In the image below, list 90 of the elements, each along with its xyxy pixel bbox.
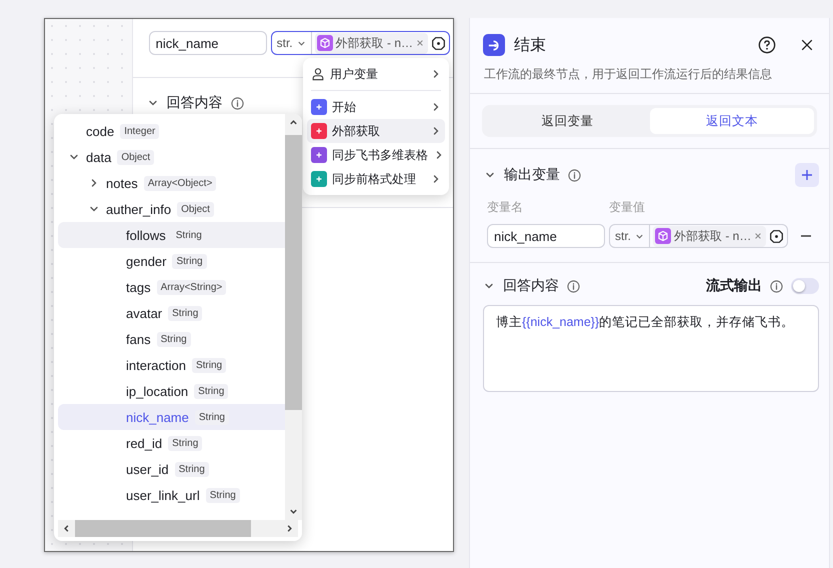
streaming-toggle[interactable] [791,278,819,294]
tree-item[interactable]: user_id String [58,456,285,482]
info-icon [230,96,244,110]
field-name: tags [126,280,151,294]
answer-text-area[interactable]: 博主{{nick_name}}的笔记已全部获取，并存储飞书。 [483,305,819,392]
plus-icon[interactable] [801,169,813,181]
end-node-icon [483,34,505,56]
type-tag: String [156,332,191,346]
type-tag: String [192,358,226,372]
field-name: nick_name [126,410,189,424]
tree-item[interactable]: avatar String [58,300,285,326]
field-name: user_link_url [126,488,200,502]
info-icon [770,280,783,292]
column-label: 变量值 [609,199,645,216]
scrollbar-thumb[interactable] [75,520,251,537]
panel-description: 工作流的最终节点，用于返回工作流运行后的结果信息 [470,56,829,94]
field-name: data [86,150,112,164]
tag-label: 外部获取 - n… [674,228,752,244]
section-title: 回答内容 [166,94,223,112]
menu-item[interactable]: 用户变量 [307,62,445,86]
type-dropdown[interactable]: str. [272,32,312,54]
type-tag: Integer [120,124,160,138]
type-tag: Array<Object> [144,176,216,190]
streaming-label: 流式输出 [706,277,762,295]
field-name: notes [106,176,138,190]
variable-name-field[interactable]: nick_name [487,224,605,248]
panel-title: 结束 [514,36,547,56]
field-name: follows [126,228,166,242]
column-label: 变量名 [487,199,524,216]
tree-item[interactable]: code Integer [58,118,285,144]
info-icon [567,280,580,292]
menu-item[interactable]: 同步前格式处理 [307,167,445,191]
section-title: 输出变量 [504,166,560,184]
field-name: gender [126,254,166,268]
tree-item[interactable]: data Object [58,144,285,170]
type-tag: Object [117,150,154,164]
scroll-down-icon[interactable] [289,507,298,516]
target-icon[interactable] [769,228,784,244]
field-name: interaction [126,358,186,372]
type-tag: Array<String> [156,280,226,294]
scroll-right-icon[interactable] [285,524,294,533]
tree-item[interactable]: fans String [58,326,285,352]
horizontal-scrollbar[interactable] [58,520,298,537]
cube-icon [655,228,672,244]
field-name: fans [126,332,151,346]
type-tag: String [194,384,228,398]
type-tag: String [168,306,202,320]
type-tag: String [174,462,209,476]
add-button[interactable] [795,163,819,187]
section-title: 回答内容 [503,277,559,295]
field-name: code [86,124,114,138]
menu-item[interactable]: 同步飞书多维表格 [307,143,445,167]
answer-text: 博主{{nick_name}}的笔记已全部获取，并存储飞书。 [496,315,794,329]
field-name: ip_location [126,384,188,398]
tree-item[interactable]: notes Array<Object> [58,170,285,196]
tree-item[interactable]: tags Array<String> [58,274,285,300]
tree-item[interactable]: nick_name String [58,404,285,430]
scroll-up-icon[interactable] [289,118,298,127]
field-name: avatar [126,306,162,320]
close-icon[interactable] [799,37,815,53]
type-tag: String [172,254,207,268]
tree-item[interactable]: interaction String [58,352,285,378]
scroll-left-icon[interactable] [62,524,71,533]
tag-label: 外部获取 - n… [336,34,413,52]
tree-item[interactable]: red_id String [58,430,285,456]
field-name: user_id [126,462,169,476]
value-selector[interactable]: str. 外部获取 - n… [609,224,788,248]
type-tag: String [168,436,202,450]
tree-item[interactable]: gender String [58,248,285,274]
tree-item[interactable]: follows String [58,222,285,248]
tree-item[interactable]: ip_location String [58,378,285,404]
tree-item[interactable]: auther_info Object [58,196,285,222]
help-icon[interactable] [758,36,776,54]
scrollbar-thumb[interactable] [285,135,302,410]
mode-tab[interactable]: 返回变量 [485,108,650,134]
mode-tab[interactable]: 返回文本 [650,108,814,134]
value-selector[interactable]: str. 外部获取 - n… [270,31,450,55]
type-dropdown[interactable]: str. [610,225,650,247]
person-icon [311,67,325,81]
info-icon [568,168,581,182]
target-icon[interactable] [431,36,446,50]
field-name: red_id [126,436,162,450]
menu-item[interactable]: 开始 [307,95,445,119]
menu-item[interactable]: 外部获取 [307,119,445,143]
field-name: auther_info [106,202,172,216]
type-tag: String [206,488,240,502]
variable-name-field[interactable]: nick_name [148,31,267,55]
type-tag: Object [177,202,214,216]
tree-item[interactable]: user_link_url String [58,482,285,508]
cube-icon [316,35,333,51]
